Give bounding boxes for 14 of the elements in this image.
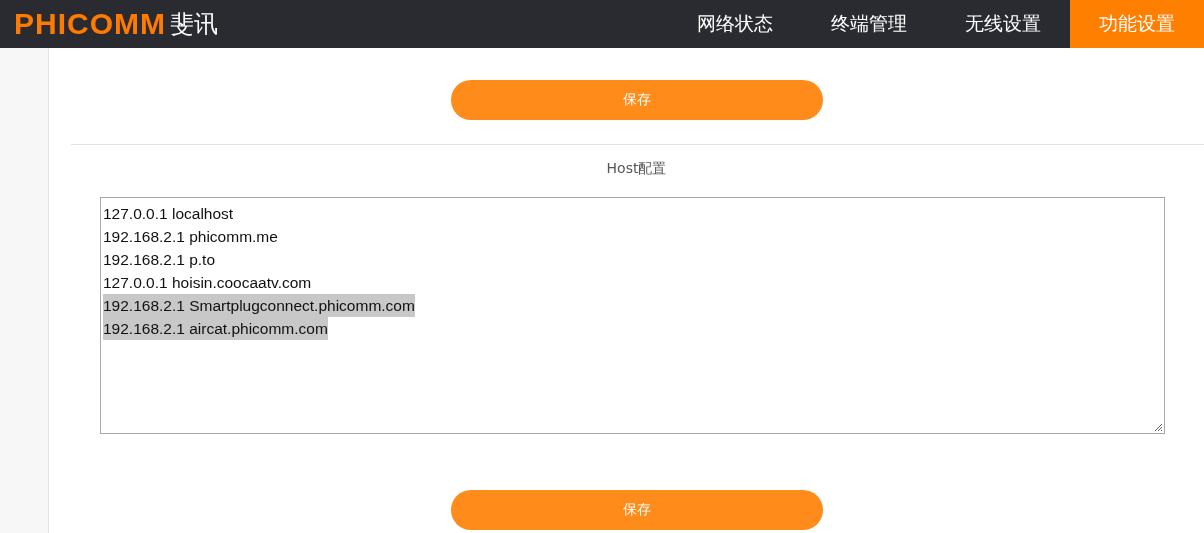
- nav-tab[interactable]: 网络状态: [668, 0, 802, 48]
- hosts-textarea[interactable]: 127.0.0.1 localhost 192.168.2.1 phicomm.me 192.168.2.1 p.to 127.0.0.1 hoisin.coocaatv.com 192.168.2.1 Smartplugconnect.phicomm.com 192.168.2.1 aircat.phicomm.com: [100, 197, 1165, 434]
- host-entry: 127.0.0.1 localhost: [103, 204, 234, 224]
- host-entry: 192.168.2.1 p.to: [103, 250, 216, 270]
- section-title: Host配置: [605, 160, 668, 178]
- host-entry: 192.168.2.1 Smartplugconnect.phicomm.com: [103, 294, 415, 317]
- brand-name: 斐讯: [170, 9, 218, 40]
- nav-tab[interactable]: 无线设置: [936, 0, 1070, 48]
- host-entry: 192.168.2.1 aircat.phicomm.com: [103, 317, 328, 340]
- host-entry: 127.0.0.1 hoisin.coocaatv.com: [103, 273, 312, 293]
- resize-grip-icon[interactable]: [1153, 422, 1163, 432]
- nav-tab[interactable]: 终端管理: [802, 0, 936, 48]
- brand-logo: PHICOMM: [14, 7, 166, 41]
- host-entry: 192.168.2.1 phicomm.me: [103, 227, 278, 247]
